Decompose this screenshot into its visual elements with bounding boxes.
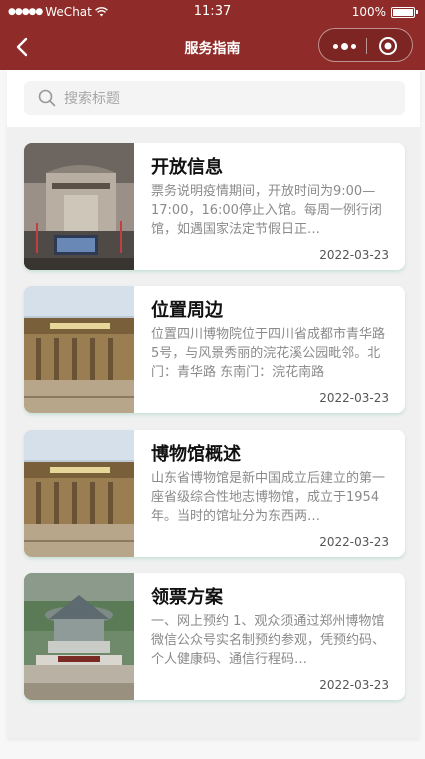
item-date: 2022-03-23 bbox=[319, 678, 389, 692]
search-bar-container: 搜索标题 bbox=[7, 70, 420, 127]
search-icon bbox=[38, 89, 56, 107]
item-description: 山东省博物馆是新中国成立后建立的第一座省级综合性地志博物馆，成立于1954年。当… bbox=[151, 471, 386, 524]
close-circle-icon bbox=[379, 37, 397, 55]
more-dot-icon bbox=[332, 43, 338, 49]
mini-program-capsule bbox=[318, 28, 413, 62]
list-item[interactable]: 博物馆概述 山东省博物馆是新中国成立后建立的第一座省级综合性地志博物馆，成立于1… bbox=[24, 430, 405, 557]
list-item[interactable]: 开放信息 票务说明疫情期间，开放时间为9:00—17:00，16:00停止入馆。… bbox=[24, 143, 405, 270]
item-description: 票务说明疫情期间，开放时间为9:00—17:00，16:00停止入馆。每周一例行… bbox=[151, 184, 382, 237]
item-description: 一、网上预约 1、观众须通过郑州博物馆微信公众号实名制预约参观，凭预约码、个人健… bbox=[151, 614, 386, 667]
museum-interior-image bbox=[24, 143, 134, 270]
battery-percent: 100% bbox=[351, 5, 386, 19]
more-button[interactable] bbox=[327, 36, 361, 56]
museum-facade-image bbox=[24, 430, 134, 557]
list-item[interactable]: 位置周边 位置四川博物院位于四川省成都市青华路5号，与风景秀丽的浣花溪公园毗邻。… bbox=[24, 286, 405, 413]
item-title: 领票方案 bbox=[151, 587, 223, 608]
search-input[interactable]: 搜索标题 bbox=[24, 81, 405, 115]
main-content: 搜索标题 开放信息 票务说明疫情期间，开放时间为9:00—17:00，16:00… bbox=[7, 70, 420, 738]
more-dot-icon bbox=[350, 43, 356, 49]
item-date: 2022-03-23 bbox=[319, 391, 389, 405]
status-bar: ●●●●● WeChat 11:37 100% bbox=[0, 0, 425, 24]
nav-bar: ●●●●● WeChat 11:37 100% 服务指南 bbox=[0, 0, 425, 70]
museum-aerial-image bbox=[24, 573, 134, 700]
battery-icon bbox=[391, 6, 418, 18]
capsule-divider bbox=[366, 38, 367, 54]
item-title: 开放信息 bbox=[151, 157, 223, 178]
list-item[interactable]: 领票方案 一、网上预约 1、观众须通过郑州博物馆微信公众号实名制预约参观，凭预约… bbox=[24, 573, 405, 700]
item-date: 2022-03-23 bbox=[319, 248, 389, 262]
item-description: 位置四川博物院位于四川省成都市青华路5号，与风景秀丽的浣花溪公园毗邻。北门：青华… bbox=[151, 327, 386, 380]
item-date: 2022-03-23 bbox=[319, 535, 389, 549]
search-placeholder: 搜索标题 bbox=[64, 91, 120, 107]
item-title: 博物馆概述 bbox=[151, 444, 241, 465]
item-title: 位置周边 bbox=[151, 300, 223, 321]
close-button[interactable] bbox=[378, 36, 398, 56]
museum-facade-image bbox=[24, 286, 134, 413]
more-dot-icon bbox=[340, 42, 348, 50]
